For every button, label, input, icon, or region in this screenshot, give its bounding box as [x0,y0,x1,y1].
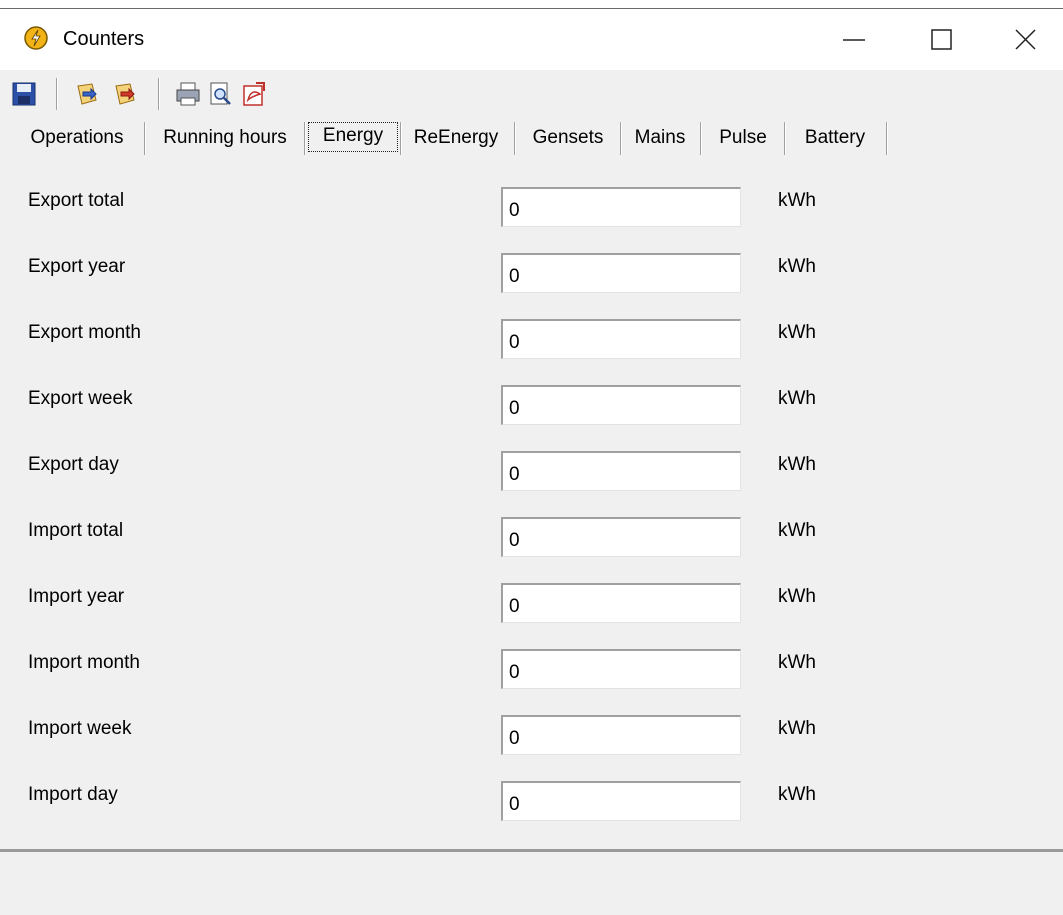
unit-label: kWh [778,454,816,475]
unit-label: kWh [778,784,816,805]
export-week-field[interactable]: 0 [501,385,741,425]
row-label-import-day: Import day [28,784,118,805]
tab-running-hours[interactable]: Running hours [150,120,300,155]
unit-label: kWh [778,322,816,343]
tab-separator [304,122,306,155]
import-total-field[interactable]: 0 [501,517,741,557]
window-top-edge [0,8,1063,9]
export-year-field[interactable]: 0 [501,253,741,293]
row-label-export-day: Export day [28,454,119,475]
print-preview-icon[interactable] [206,80,234,108]
minimize-button[interactable] [831,20,877,60]
unit-label: kWh [778,718,816,739]
unit-label: kWh [778,256,816,277]
print-icon[interactable] [174,80,202,108]
row-label-import-total: Import total [28,520,124,541]
tab-separator [620,122,622,155]
import-month-field[interactable]: 0 [501,649,741,689]
export-total-field[interactable]: 0 [501,187,741,227]
unit-label: kWh [778,652,816,673]
row-label-import-month: Import month [28,652,140,673]
energy-panel: Export total 0 kWh Export year 0 kWh Exp… [8,156,1063,846]
export-icon[interactable] [112,80,140,108]
save-icon[interactable] [10,80,38,108]
tab-battery[interactable]: Battery [788,120,882,155]
import-day-field[interactable]: 0 [501,781,741,821]
lightning-app-icon [24,26,48,50]
unit-label: kWh [778,520,816,541]
row-label-export-total: Export total [28,190,125,211]
row-label-export-month: Export month [28,322,141,343]
tab-separator [886,122,888,155]
tab-separator [514,122,516,155]
toolbar-separator [158,78,160,110]
row-label-import-year: Import year [28,586,125,607]
tab-operations[interactable]: Operations [14,120,140,155]
tab-mains[interactable]: Mains [624,120,696,155]
row-label-import-week: Import week [28,718,132,739]
maximize-button[interactable] [918,20,964,60]
export-month-field[interactable]: 0 [501,319,741,359]
close-button[interactable] [1002,20,1048,60]
unit-label: kWh [778,190,816,211]
unit-label: kWh [778,586,816,607]
tab-gensets[interactable]: Gensets [518,120,618,155]
row-label-export-week: Export week [28,388,133,409]
tab-separator [400,122,402,155]
tab-reenergy[interactable]: ReEnergy [404,120,508,155]
status-bar [0,849,1063,915]
tab-separator [700,122,702,155]
tab-energy[interactable]: Energy [308,122,398,152]
export-day-field[interactable]: 0 [501,451,741,491]
tab-separator [784,122,786,155]
toolbar-separator [56,78,58,110]
import-week-field[interactable]: 0 [501,715,741,755]
tab-separator [144,122,146,155]
import-icon[interactable] [74,80,102,108]
import-year-field[interactable]: 0 [501,583,741,623]
window-title: Counters [63,28,145,50]
export-pdf-icon[interactable] [240,80,268,108]
tab-pulse[interactable]: Pulse [704,120,782,155]
row-label-export-year: Export year [28,256,126,277]
unit-label: kWh [778,388,816,409]
